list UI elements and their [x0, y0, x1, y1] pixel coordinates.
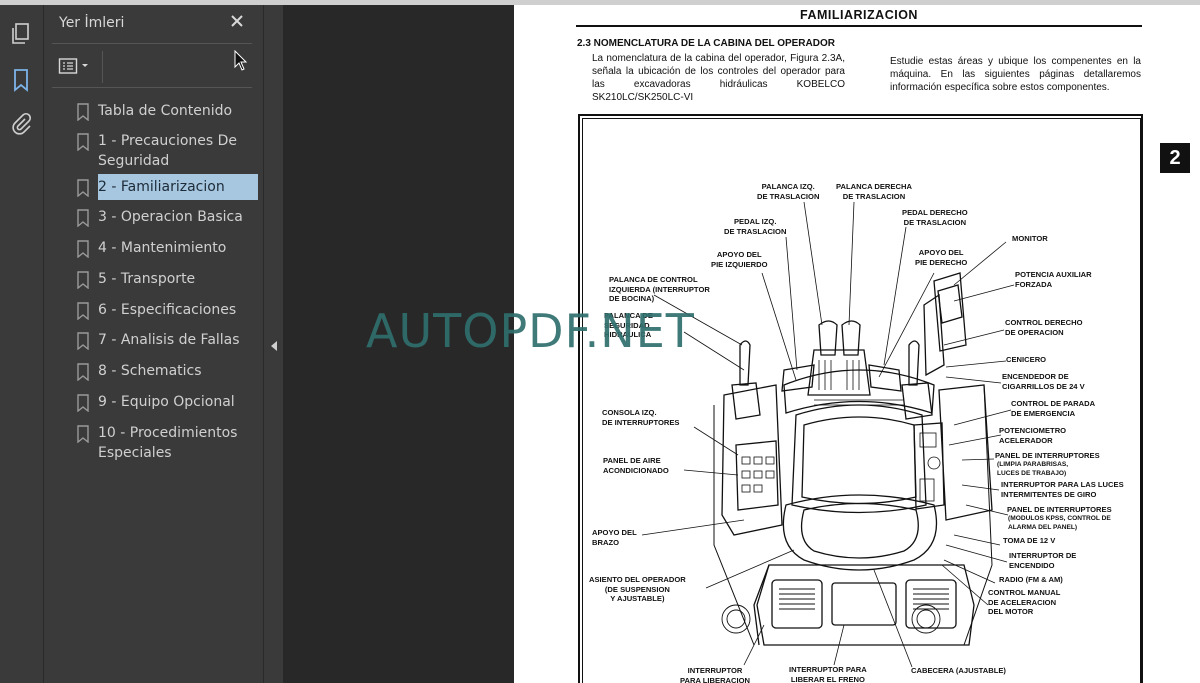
label-control-manual: CONTROL MANUAL DE ACELERACION DEL MOTOR	[988, 588, 1061, 616]
bookmark-label: 3 - Operacion Basica	[98, 209, 243, 225]
divider	[52, 43, 252, 44]
label-potencia-auxiliar: POTENCIA AUXILIAR FORZADA	[1015, 270, 1092, 289]
label-asiento: ASIENTO DEL OPERADOR (DE SUSPENSION Y AJ…	[589, 575, 686, 603]
label-palanca-izq-traslacion: PALANCA IZQ. DE TRASLACION	[757, 182, 820, 201]
label-panel-interruptores-1-sub: (LIMPIA PARABRISAS, LUCES DE TRABAJO)	[997, 461, 1069, 477]
label-panel-interruptores-1: PANEL DE INTERRUPTORES	[995, 451, 1100, 460]
bookmark-icon	[76, 394, 90, 418]
paperclip-icon	[12, 112, 32, 135]
label-panel-interruptores-2-sub: (MODULOS KPSS, CONTROL DE ALARMA DEL PAN…	[1008, 515, 1111, 531]
label-control-der: CONTROL DERECHO DE OPERACION	[1005, 318, 1083, 337]
label-panel-aire: PANEL DE AIRE ACONDICIONADO	[603, 456, 669, 475]
label-palanca-control-izq: PALANCA DE CONTROL IZQUIERDA (INTERRUPTO…	[609, 275, 710, 303]
bookmark-icon	[76, 103, 90, 127]
pages-thumbnail-button[interactable]	[8, 21, 34, 47]
label-cabecera: CABECERA (AJUSTABLE)	[911, 666, 1006, 675]
label-consola-izq: CONSOLA IZQ. DE INTERRUPTORES	[602, 408, 680, 427]
list-options-icon	[58, 58, 78, 74]
bookmark-icon	[76, 271, 90, 295]
bookmark-label: Tabla de Contenido	[98, 103, 233, 119]
bookmark-label: 4 - Mantenimiento	[98, 240, 227, 256]
label-apoyo-pie-izq: APOYO DEL PIE IZQUIERDO	[711, 250, 768, 269]
watermark-text: AUTOPDF.NET	[366, 304, 695, 358]
bookmark-icon	[14, 69, 28, 92]
label-luces-giro: INTERRUPTOR PARA LAS LUCES INTERMITENTES…	[1001, 480, 1124, 499]
mouse-pointer-icon	[234, 50, 248, 71]
bookmark-label: 1 - Precauciones De Seguridad	[98, 133, 238, 169]
label-int-freno: INTERRUPTOR PARA LIBERAR EL FRENO	[789, 665, 867, 683]
label-parada-emergencia: CONTROL DE PARADA DE EMERGENCIA	[1011, 399, 1096, 418]
label-apoyo-brazo: APOYO DEL BRAZO	[592, 528, 637, 547]
pages-icon	[12, 23, 29, 44]
chevron-down-icon	[82, 64, 88, 67]
label-palanca-der-traslacion: PALANCA DERECHA DE TRASLACION	[836, 182, 912, 201]
panel-splitter[interactable]	[263, 5, 284, 683]
bookmark-icon	[76, 363, 90, 387]
label-toma-12v: TOMA DE 12 V	[1003, 536, 1056, 545]
label-encendedor: ENCENDEDOR DE CIGARRILLOS DE 24 V	[1002, 372, 1085, 391]
bookmarks-panel: Yer İmleri Tabla de Contenido 1 - Precauc…	[44, 5, 263, 683]
bookmark-icon	[76, 425, 90, 449]
bookmark-label: 7 - Analisis de Fallas	[98, 332, 240, 348]
bookmarks-button[interactable]	[8, 67, 34, 93]
label-cenicero: CENICERO	[1006, 355, 1047, 364]
label-pedal-izq: PEDAL IZQ. DE TRASLACION	[724, 217, 787, 236]
bookmark-icon	[76, 179, 90, 203]
panel-title: Yer İmleri	[59, 15, 125, 31]
label-potenciometro: POTENCIOMETRO ACELERADOR	[999, 426, 1067, 445]
close-panel-button[interactable]	[229, 13, 245, 29]
label-radio: RADIO (FM & AM)	[999, 575, 1063, 584]
collapse-arrow-icon[interactable]	[271, 341, 277, 351]
bookmark-label: 6 - Especificaciones	[98, 302, 237, 318]
bookmark-label: 2 - Familiarizacion	[98, 174, 258, 200]
bookmark-label: 5 - Transporte	[98, 271, 196, 287]
label-interruptor-encendido: INTERRUPTOR DE ENCENDIDO	[1009, 551, 1077, 570]
toolbar-divider	[102, 51, 103, 83]
bookmark-icon	[76, 302, 90, 326]
bookmark-icon	[76, 240, 90, 264]
label-pedal-der: PEDAL DERECHO DE TRASLACION	[902, 208, 968, 227]
divider	[52, 87, 252, 88]
bookmark-label: 9 - Equipo Opcional	[98, 394, 235, 410]
close-icon	[231, 15, 243, 27]
label-apoyo-pie-der: APOYO DEL PIE DERECHO	[915, 248, 968, 267]
label-int-liberacion: INTERRUPTOR PARA LIBERACION	[680, 666, 751, 683]
bookmark-options-button[interactable]	[58, 55, 94, 77]
attachments-button[interactable]	[8, 111, 34, 137]
bookmark-icon	[76, 332, 90, 356]
tool-rail	[0, 5, 44, 683]
bookmark-label: 8 - Schematics	[98, 363, 202, 379]
bookmark-icon	[76, 133, 90, 157]
bookmark-label: 10 - Procedimientos Especiales	[98, 425, 238, 461]
bookmark-icon	[76, 209, 90, 233]
label-monitor: MONITOR	[1012, 234, 1048, 243]
label-panel-interruptores-2: PANEL DE INTERRUPTORES	[1007, 505, 1112, 514]
